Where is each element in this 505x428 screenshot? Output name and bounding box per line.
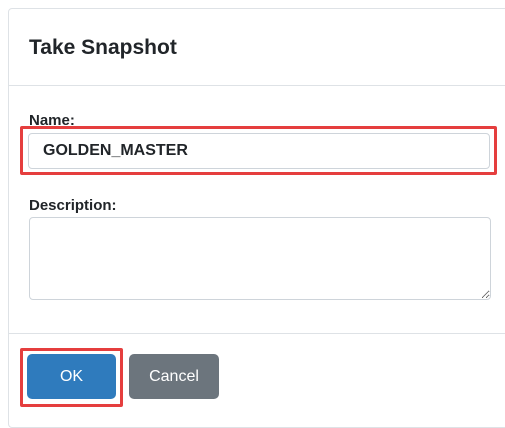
dialog-title: Take Snapshot	[29, 36, 177, 59]
ok-button[interactable]: OK	[27, 354, 116, 399]
description-textarea[interactable]	[29, 217, 491, 300]
dialog-body: Name: Description:	[9, 86, 505, 333]
dialog-footer: OK Cancel	[9, 333, 505, 424]
cancel-button[interactable]: Cancel	[129, 354, 219, 399]
name-input[interactable]	[28, 133, 490, 169]
dialog-header: Take Snapshot	[9, 9, 505, 86]
take-snapshot-dialog: Take Snapshot Name: Description: OK Canc…	[8, 8, 505, 428]
description-label: Description:	[29, 197, 117, 214]
